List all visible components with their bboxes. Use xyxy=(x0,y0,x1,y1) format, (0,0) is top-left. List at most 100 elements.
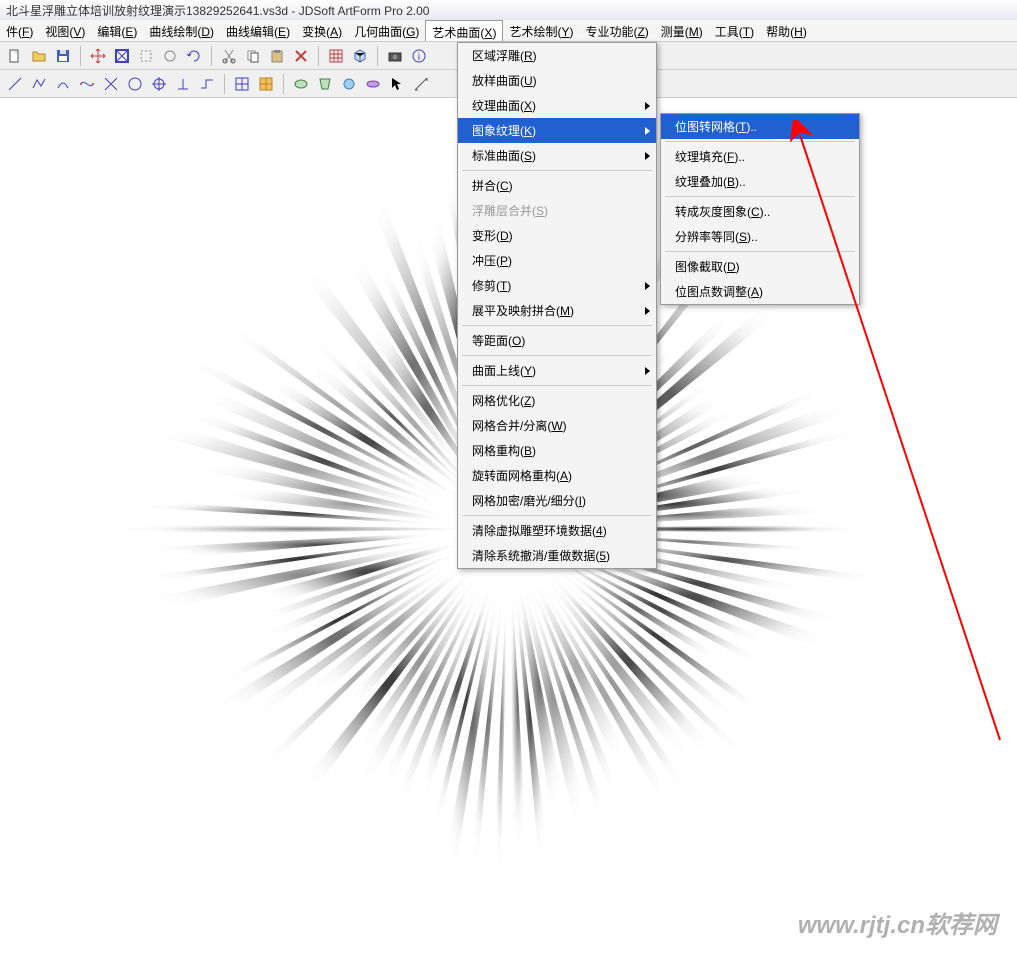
target-tool-button[interactable] xyxy=(148,73,170,95)
submenu-arrow-icon xyxy=(645,282,650,290)
menu-x[interactable]: 艺术曲面(X) xyxy=(425,20,503,41)
pointer-button[interactable] xyxy=(386,73,408,95)
image-texture-submenu: 位图转网格(T).. 纹理填充(F)..纹理叠加(B).. 转成灰度图象(C)..分… xyxy=(660,113,860,305)
new-file-button[interactable] xyxy=(4,45,26,67)
submenu-item[interactable]: 图像截取(D) xyxy=(661,254,859,279)
grid-tool-button[interactable] xyxy=(231,73,253,95)
perp-tool-button[interactable] xyxy=(172,73,194,95)
measure-button[interactable] xyxy=(410,73,432,95)
menu-e[interactable]: 编辑(E) xyxy=(91,20,143,41)
menu-f[interactable]: 件(F) xyxy=(0,20,39,41)
menu-item[interactable]: 网格合并/分离(W) xyxy=(458,413,656,438)
crossline-tool-button[interactable] xyxy=(100,73,122,95)
menu-item[interactable]: 旋转面网格重构(A) xyxy=(458,463,656,488)
arc-tool-button[interactable] xyxy=(52,73,74,95)
divider xyxy=(283,74,284,94)
rotate-tool-button[interactable] xyxy=(183,45,205,67)
select-tool-button[interactable] xyxy=(111,45,133,67)
submenu-item[interactable]: 位图转网格(T).. xyxy=(661,114,859,139)
menu-z[interactable]: 专业功能(Z) xyxy=(579,20,654,41)
info-button[interactable]: i xyxy=(408,45,430,67)
menu-item[interactable]: 放样曲面(U) xyxy=(458,68,656,93)
menu-item[interactable]: 变形(D) xyxy=(458,223,656,248)
circle-tool-button[interactable] xyxy=(124,73,146,95)
surface2-button[interactable] xyxy=(314,73,336,95)
menu-separator xyxy=(462,170,652,171)
menu-h[interactable]: 帮助(H) xyxy=(760,20,813,41)
menu-item[interactable]: 图象纹理(K) xyxy=(458,118,656,143)
art-surface-menu: 区域浮雕(R)放样曲面(U)纹理曲面(X)图象纹理(K)标准曲面(S) 拼合(C)… xyxy=(457,42,657,569)
submenu-arrow-icon xyxy=(645,102,650,110)
menu-separator xyxy=(665,196,855,197)
menu-item[interactable]: 修剪(T) xyxy=(458,273,656,298)
surface1-button[interactable] xyxy=(290,73,312,95)
menu-t[interactable]: 工具(T) xyxy=(709,20,760,41)
menu-item[interactable]: 网格优化(Z) xyxy=(458,388,656,413)
pan-tool-button[interactable] xyxy=(159,45,181,67)
menu-item[interactable]: 标准曲面(S) xyxy=(458,143,656,168)
menu-item[interactable]: 清除虚拟雕塑环境数据(4) xyxy=(458,518,656,543)
menu-y[interactable]: 艺术绘制(Y) xyxy=(503,20,579,41)
submenu-item[interactable]: 转成灰度图象(C).. xyxy=(661,199,859,224)
menu-separator xyxy=(462,385,652,386)
surface3-button[interactable] xyxy=(338,73,360,95)
menu-separator xyxy=(462,325,652,326)
submenu-item[interactable]: 纹理叠加(B).. xyxy=(661,169,859,194)
submenu-arrow-icon xyxy=(645,307,650,315)
menubar: 件(F)视图(V)编辑(E)曲线绘制(D)曲线编辑(E)变换(A)几何曲面(G)… xyxy=(0,20,1017,42)
polyline-tool-button[interactable] xyxy=(28,73,50,95)
menu-e[interactable]: 曲线编辑(E) xyxy=(220,20,296,41)
menu-g[interactable]: 几何曲面(G) xyxy=(348,20,425,41)
svg-text:i: i xyxy=(418,52,420,63)
submenu-arrow-icon xyxy=(645,127,650,135)
menu-v[interactable]: 视图(V) xyxy=(39,20,91,41)
submenu-item[interactable]: 位图点数调整(A) xyxy=(661,279,859,304)
spline-tool-button[interactable] xyxy=(76,73,98,95)
menu-item[interactable]: 纹理曲面(X) xyxy=(458,93,656,118)
open-file-button[interactable] xyxy=(28,45,50,67)
divider xyxy=(80,46,81,66)
submenu-arrow-icon xyxy=(645,367,650,375)
menu-item[interactable]: 等距面(O) xyxy=(458,328,656,353)
menu-item[interactable]: 网格加密/磨光/细分(I) xyxy=(458,488,656,513)
mesh-button[interactable] xyxy=(325,45,347,67)
zoom-tool-button[interactable] xyxy=(135,45,157,67)
menu-separator xyxy=(665,251,855,252)
3d-cube-button[interactable] xyxy=(349,45,371,67)
delete-button[interactable] xyxy=(290,45,312,67)
surface4-button[interactable] xyxy=(362,73,384,95)
menu-item[interactable]: 清除系统撤消/重做数据(5) xyxy=(458,543,656,568)
menu-d[interactable]: 曲线绘制(D) xyxy=(143,20,220,41)
menu-item[interactable]: 拼合(C) xyxy=(458,173,656,198)
window-titlebar: 北斗星浮雕立体培训放射纹理演示13829252641.vs3d - JDSoft… xyxy=(0,0,1017,20)
menu-separator xyxy=(462,355,652,356)
divider xyxy=(377,46,378,66)
menu-a[interactable]: 变换(A) xyxy=(296,20,348,41)
divider xyxy=(224,74,225,94)
menu-item[interactable]: 冲压(P) xyxy=(458,248,656,273)
submenu-item[interactable]: 纹理填充(F).. xyxy=(661,144,859,169)
mesh-edit-button[interactable] xyxy=(255,73,277,95)
menu-separator xyxy=(462,515,652,516)
menu-item: 浮雕层合并(S) xyxy=(458,198,656,223)
menu-separator xyxy=(665,141,855,142)
menu-item[interactable]: 曲面上线(Y) xyxy=(458,358,656,383)
save-button[interactable] xyxy=(52,45,74,67)
divider xyxy=(211,46,212,66)
submenu-item[interactable]: 分辨率等同(S).. xyxy=(661,224,859,249)
cut-button[interactable] xyxy=(218,45,240,67)
snap-tool-button[interactable] xyxy=(196,73,218,95)
watermark: www.rjtj.cn软荐网 xyxy=(798,905,997,940)
submenu-arrow-icon xyxy=(645,152,650,160)
camera-button[interactable] xyxy=(384,45,406,67)
move-tool-button[interactable] xyxy=(87,45,109,67)
menu-m[interactable]: 测量(M) xyxy=(655,20,709,41)
menu-item[interactable]: 网格重构(B) xyxy=(458,438,656,463)
window-title: 北斗星浮雕立体培训放射纹理演示13829252641.vs3d - JDSoft… xyxy=(6,4,429,18)
copy-button[interactable] xyxy=(242,45,264,67)
menu-item[interactable]: 区域浮雕(R) xyxy=(458,43,656,68)
line-tool-button[interactable] xyxy=(4,73,26,95)
paste-button[interactable] xyxy=(266,45,288,67)
divider xyxy=(318,46,319,66)
menu-item[interactable]: 展平及映射拼合(M) xyxy=(458,298,656,323)
